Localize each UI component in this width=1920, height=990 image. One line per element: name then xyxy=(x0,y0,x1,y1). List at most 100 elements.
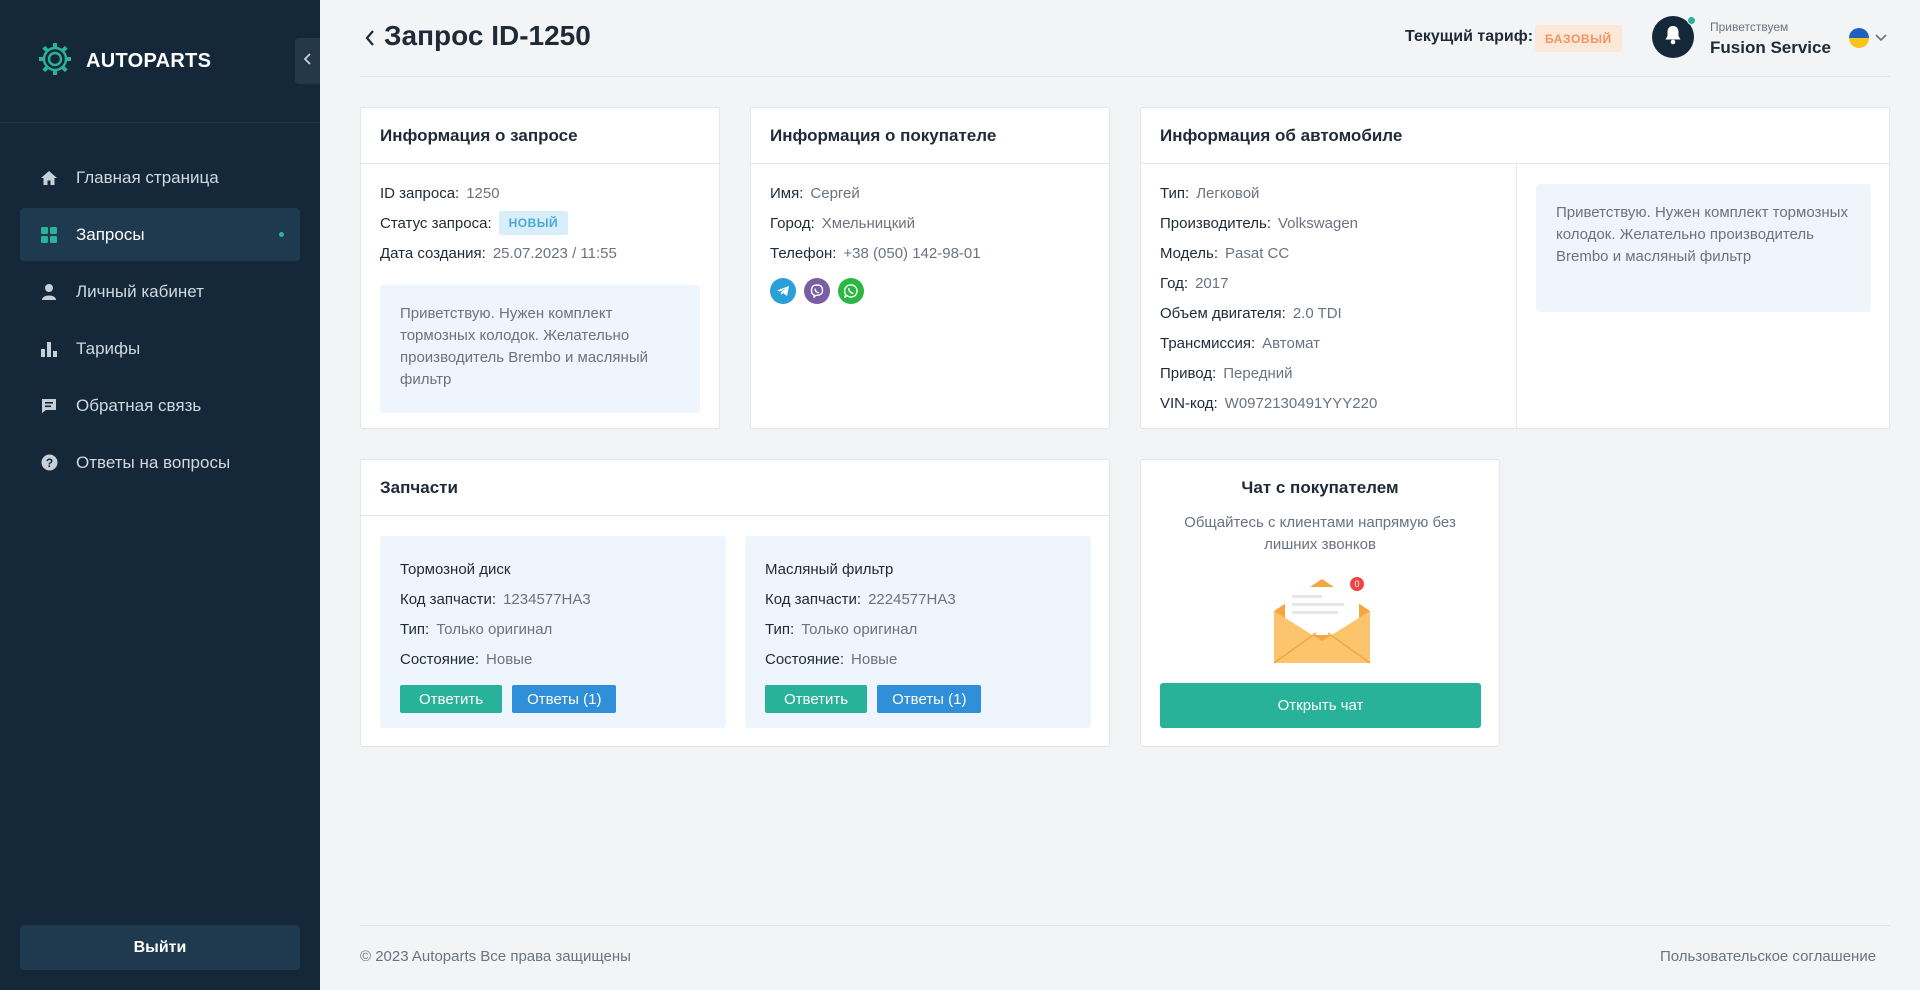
viber-icon[interactable] xyxy=(804,278,830,304)
sidebar-item-label: Личный кабинет xyxy=(76,281,204,301)
copyright-text: © 2023 Autoparts Все права защищены xyxy=(360,948,631,965)
car-maker-row: Производитель: Volkswagen xyxy=(1160,208,1500,238)
field-value: 2017 xyxy=(1195,274,1229,292)
page-header: Запрос ID-1250 Текущий тариф: БАЗОВЫЙ Пр… xyxy=(360,0,1890,77)
card-title: Информация о запросе xyxy=(361,108,719,164)
field-label: Трансмиссия: xyxy=(1160,334,1256,352)
car-year-row: Год: 2017 xyxy=(1160,268,1500,298)
field-label: Тип: xyxy=(1160,184,1190,202)
field-label: Тип: xyxy=(400,620,430,638)
field-label: Год: xyxy=(1160,274,1189,292)
sidebar-nav: Главная страница Запросы Личный кабинет … xyxy=(20,151,300,493)
parts-card: Запчасти Тормозной диск Код запчасти: 123… xyxy=(360,459,1110,747)
field-label: ID запроса: xyxy=(380,184,460,202)
gear-logo-icon xyxy=(38,42,72,81)
vertical-divider xyxy=(1516,164,1517,429)
open-chat-button[interactable]: Открыть чат xyxy=(1160,683,1481,728)
chat-icon xyxy=(40,397,58,415)
page-title: Запрос ID-1250 xyxy=(384,20,591,51)
user-name[interactable]: Fusion Service xyxy=(1710,38,1831,58)
sidebar-item-home[interactable]: Главная страница xyxy=(20,151,300,204)
card-title: Запчасти xyxy=(361,460,1109,516)
chat-card: Чат с покупателем Общайтесь с клиентами … xyxy=(1140,459,1500,747)
logo[interactable]: AUTOPARTS xyxy=(38,40,211,82)
field-value[interactable]: +38 (050) 142-98-01 xyxy=(843,245,980,262)
part-name: Масляный фильтр xyxy=(765,560,894,578)
part-type-row: Тип: Только оригинал xyxy=(400,614,706,644)
sidebar-collapse-button[interactable] xyxy=(295,38,320,84)
buyer-name-row: Имя: Сергей xyxy=(770,178,1090,208)
field-label: Код запчасти: xyxy=(400,590,497,608)
user-icon xyxy=(40,283,58,301)
online-status-dot xyxy=(1687,16,1696,25)
sidebar-item-requests[interactable]: Запросы xyxy=(20,208,300,261)
sidebar-item-tariffs[interactable]: Тарифы xyxy=(20,322,300,375)
field-label: Имя: xyxy=(770,184,804,202)
request-status-row: Статус запроса: НОВЫЙ xyxy=(380,208,700,238)
chat-subtitle: Общайтесь с клиентами напрямую без лишни… xyxy=(1184,514,1456,553)
status-badge: НОВЫЙ xyxy=(498,211,569,235)
chevron-left-icon xyxy=(303,52,313,70)
sidebar-item-label: Тарифы xyxy=(76,338,141,358)
part-item: Масляный фильтр Код запчасти: 2224577HA3 … xyxy=(745,536,1091,728)
car-note: Приветствую. Нужен комплект тормозных ко… xyxy=(1536,184,1871,312)
logout-button[interactable]: Выйти xyxy=(20,925,300,970)
field-value: 1234577HA3 xyxy=(503,590,591,608)
bar-chart-icon xyxy=(40,340,58,358)
back-arrow-icon[interactable] xyxy=(360,26,380,50)
field-value: Сергей xyxy=(810,184,860,202)
whatsapp-icon[interactable] xyxy=(838,278,864,304)
messenger-links xyxy=(770,278,1090,304)
buyer-info-card: Информация о покупателе Имя: Сергей Горо… xyxy=(750,107,1110,429)
field-value: Новые xyxy=(486,650,533,668)
field-label: Состояние: xyxy=(765,650,845,668)
ukraine-flag-icon xyxy=(1849,28,1869,48)
card-title: Информация о покупателе xyxy=(751,108,1109,164)
telegram-icon[interactable] xyxy=(770,278,796,304)
field-label: Телефон: xyxy=(770,244,837,262)
sidebar-item-account[interactable]: Личный кабинет xyxy=(20,265,300,318)
sidebar-item-feedback[interactable]: Обратная связь xyxy=(20,379,300,432)
field-value: Pasat CC xyxy=(1225,244,1290,262)
sidebar-divider xyxy=(0,122,320,123)
active-indicator-dot xyxy=(279,232,284,237)
terms-link[interactable]: Пользовательское соглашение xyxy=(1660,948,1876,965)
answers-button[interactable]: Ответы (1) xyxy=(512,685,617,713)
field-label: Статус запроса: xyxy=(380,214,492,232)
part-state-row: Состояние: Новые xyxy=(765,644,1071,674)
sidebar-item-faq[interactable]: ? Ответы на вопросы xyxy=(20,436,300,489)
unread-count-badge: 0 xyxy=(1350,577,1364,591)
reply-button[interactable]: Ответить xyxy=(765,685,868,713)
field-value: 1250 xyxy=(466,184,500,202)
greeting-text: Приветствуем xyxy=(1710,20,1789,34)
sidebar-item-label: Главная страница xyxy=(76,167,219,187)
field-label: Производитель: xyxy=(1160,214,1271,232)
field-value: 25.07.2023 / 11:55 xyxy=(492,244,617,262)
buyer-phone-row: Телефон: +38 (050) 142-98-01 xyxy=(770,238,1090,268)
language-selector[interactable] xyxy=(1849,28,1887,48)
question-icon: ? xyxy=(40,454,58,472)
field-value: Только оригинал xyxy=(436,620,553,638)
sidebar: AUTOPARTS Главная страница Запросы Личны… xyxy=(0,0,320,990)
request-date-row: Дата создания: 25.07.2023 / 11:55 xyxy=(380,238,700,268)
answers-button[interactable]: Ответы (1) xyxy=(877,685,982,713)
grid-icon xyxy=(40,226,58,244)
tariff-badge: БАЗОВЫЙ xyxy=(1535,25,1622,52)
part-state-row: Состояние: Новые xyxy=(400,644,706,674)
field-value: Легковой xyxy=(1196,184,1260,202)
car-info-card: Информация об автомобиле Тип: Легковой Пр… xyxy=(1140,107,1890,429)
home-icon xyxy=(40,169,58,187)
field-value: 2224577HA3 xyxy=(868,590,956,608)
part-type-row: Тип: Только оригинал xyxy=(765,614,1071,644)
brand-name: AUTOPARTS xyxy=(86,49,212,72)
car-drive-row: Привод: Передний xyxy=(1160,358,1500,388)
field-label: Модель: xyxy=(1160,244,1219,262)
car-details: Тип: Легковой Производитель: Volkswagen Мо… xyxy=(1160,178,1500,418)
tariff-label: Текущий тариф: xyxy=(1405,28,1534,45)
reply-button[interactable]: Ответить xyxy=(400,685,503,713)
request-id-row: ID запроса: 1250 xyxy=(380,178,700,208)
card-title: Информация об автомобиле xyxy=(1141,108,1889,164)
field-label: Состояние: xyxy=(400,650,480,668)
car-type-row: Тип: Легковой xyxy=(1160,178,1500,208)
field-label: Тип: xyxy=(765,620,795,638)
